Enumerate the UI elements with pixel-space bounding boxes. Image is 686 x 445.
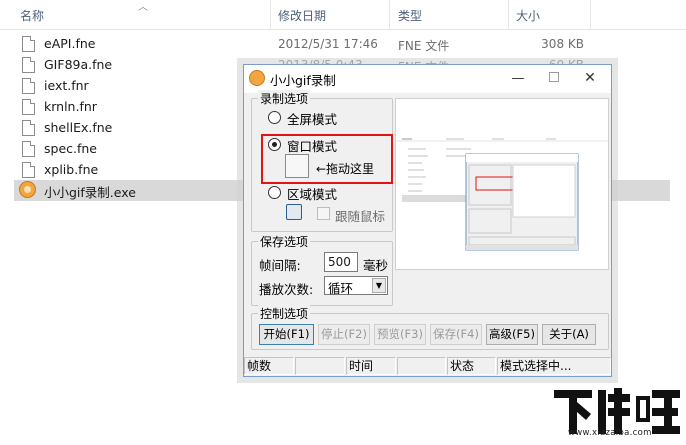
time-label: 时间	[346, 357, 396, 375]
frames-value	[295, 357, 345, 375]
advanced-button[interactable]: 高级(F5)	[486, 324, 538, 345]
file-name: shellEx.fne	[44, 120, 113, 135]
column-size-header[interactable]: 大小	[516, 7, 540, 24]
file-name: xplib.fne	[44, 162, 99, 177]
play-count-select[interactable]: 循环 ▼	[324, 276, 388, 296]
window-title: 小小gif录制	[270, 73, 336, 88]
column-separator[interactable]	[590, 0, 591, 30]
column-separator[interactable]	[389, 0, 390, 30]
preview-button[interactable]: 预览(F3)	[374, 324, 426, 345]
column-separator[interactable]	[270, 0, 271, 30]
file-row[interactable]: xplib.fne	[14, 160, 272, 181]
preview-screenshot-icon	[396, 99, 608, 269]
file-row[interactable]: spec.fne	[14, 139, 272, 160]
file-name: 小小gif录制.exe	[44, 185, 136, 200]
about-button[interactable]: 关于(A)	[542, 324, 596, 345]
file-icon	[22, 57, 35, 73]
fullscreen-mode-label[interactable]: 全屏模式	[287, 109, 337, 128]
drag-target-box[interactable]	[285, 154, 309, 178]
watermark-url: www.xiazaiba.com	[568, 428, 652, 438]
start-button[interactable]: 开始(F1)	[259, 324, 314, 345]
control-options-title: 控制选项	[258, 305, 311, 322]
app-icon	[249, 70, 265, 86]
column-name-header[interactable]: 名称	[20, 7, 44, 24]
file-icon	[22, 162, 35, 178]
state-value: 模式选择中...	[497, 357, 611, 375]
window-mode-label[interactable]: 窗口模式	[287, 136, 337, 155]
follow-mouse-label[interactable]: 跟随鼠标	[335, 206, 385, 225]
column-type-header[interactable]: 类型	[398, 7, 422, 24]
file-row[interactable]: GIF89a.fne	[14, 55, 272, 76]
file-row[interactable]: shellEx.fne	[14, 118, 272, 139]
maximize-button[interactable]	[536, 65, 572, 92]
play-count-label: 播放次数:	[259, 282, 314, 297]
file-size: 308 KB	[541, 37, 584, 51]
fullscreen-mode-radio[interactable]	[268, 111, 281, 124]
save-options-title: 保存选项	[258, 233, 311, 250]
file-icon	[22, 36, 35, 52]
file-row[interactable]: iext.fnr	[14, 76, 272, 97]
file-name: krnln.fnr	[44, 99, 97, 114]
column-date-header[interactable]: 修改日期	[278, 7, 326, 24]
file-name: iext.fnr	[44, 78, 89, 93]
preview-thumbnail	[395, 98, 609, 270]
status-bar: 帧数 时间 状态 模式选择中...	[244, 355, 611, 376]
follow-mouse-checkbox[interactable]	[317, 207, 330, 220]
file-name: GIF89a.fne	[44, 57, 113, 72]
explorer-column-header: ︿ 名称 修改日期 类型 大小	[0, 0, 686, 30]
drag-hint-text: ←拖动这里	[316, 162, 375, 176]
frame-interval-input[interactable]: 500	[324, 252, 358, 272]
maximize-icon	[549, 72, 559, 82]
file-icon	[22, 78, 35, 94]
region-mode-radio[interactable]	[268, 186, 281, 199]
file-date: 2012/5/31 17:46	[278, 37, 378, 51]
file-type: FNE 文件	[398, 39, 450, 53]
stop-button[interactable]: 停止(F2)	[318, 324, 370, 345]
close-button[interactable]: ✕	[572, 65, 608, 92]
state-label: 状态	[447, 357, 496, 375]
app-exe-icon	[19, 181, 36, 198]
gif-recorder-window: 小小gif录制 — ✕ 录制选项 全屏模式 窗口模式 ←拖动这里 区域模式 跟随…	[243, 64, 612, 377]
file-row[interactable]: krnln.fnr	[14, 97, 272, 118]
minimize-button[interactable]: —	[500, 65, 536, 92]
file-icon	[22, 120, 35, 136]
frame-interval-label: 帧间隔:	[259, 258, 301, 273]
play-count-value: 循环	[328, 281, 354, 296]
chevron-down-icon[interactable]: ▼	[372, 278, 386, 293]
region-mode-label[interactable]: 区域模式	[287, 184, 337, 203]
file-name: spec.fne	[44, 141, 97, 156]
file-row[interactable]: eAPI.fne	[14, 34, 272, 55]
save-button[interactable]: 保存(F4)	[430, 324, 482, 345]
file-icon	[22, 99, 35, 115]
window-titlebar[interactable]: 小小gif录制 — ✕	[244, 65, 611, 93]
sort-chevron-icon[interactable]: ︿	[138, 0, 148, 13]
file-icon	[22, 141, 35, 157]
frame-interval-unit: 毫秒	[363, 258, 389, 273]
frames-label: 帧数	[244, 357, 294, 375]
column-separator[interactable]	[508, 0, 509, 30]
time-value	[397, 357, 446, 375]
record-options-title: 录制选项	[258, 90, 311, 107]
window-mode-radio[interactable]	[268, 138, 281, 151]
region-select-button[interactable]	[286, 204, 302, 220]
file-name: eAPI.fne	[44, 36, 96, 51]
